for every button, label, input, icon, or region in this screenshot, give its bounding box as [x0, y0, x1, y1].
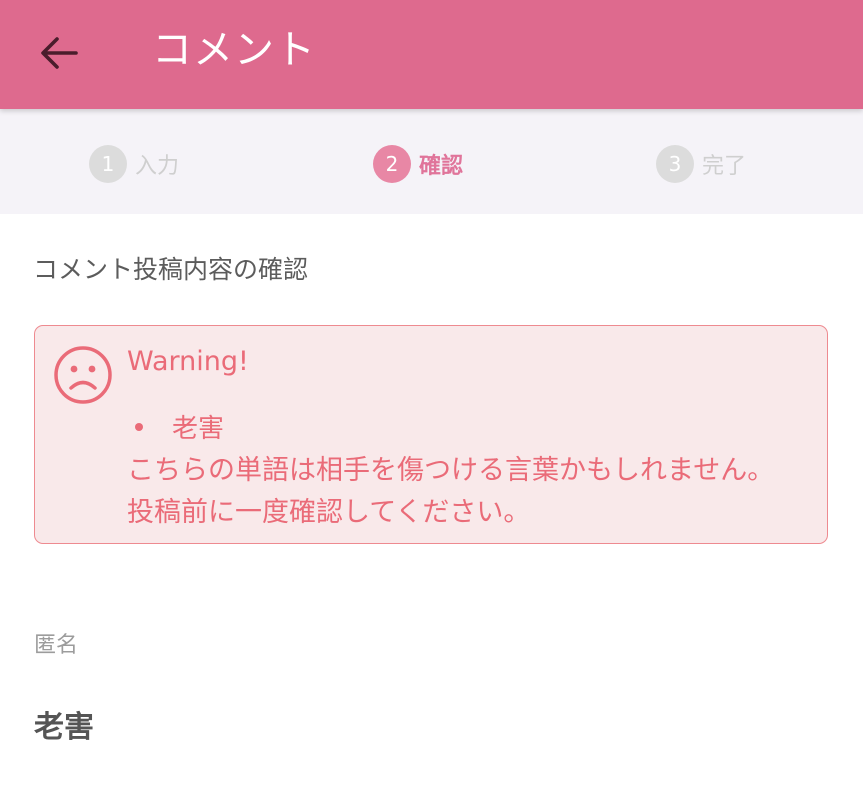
flagged-word: 老害 — [172, 414, 225, 444]
warning-title: Warning! — [127, 346, 249, 377]
step-confirm: 2 確認 — [373, 145, 463, 183]
step-label: 入力 — [135, 154, 180, 179]
bullet-icon — [135, 422, 143, 431]
step-number: 3 — [656, 145, 694, 183]
flagged-word-item: 老害 — [127, 408, 224, 445]
sad-face-icon — [54, 346, 112, 404]
app-bar: コメント — [0, 0, 863, 109]
flagged-words-list: 老害 — [127, 408, 224, 445]
page-title: コメント — [152, 27, 316, 73]
step-label: 確認 — [419, 154, 464, 179]
warning-alert: Warning! 老害 こちらの単語は相手を傷つける言葉かもしれません。投稿前に… — [34, 325, 828, 544]
author-label: 匿名 — [34, 633, 79, 658]
step-complete: 3 完了 — [656, 145, 746, 183]
warning-message: こちらの単語は相手を傷つける言葉かもしれません。投稿前に一度確認してください。 — [127, 455, 775, 528]
step-number: 2 — [373, 145, 411, 183]
step-input: 1 入力 — [89, 145, 179, 183]
arrow-left-icon — [41, 37, 78, 69]
section-title: コメント投稿内容の確認 — [33, 255, 309, 284]
step-label: 完了 — [702, 154, 747, 179]
back-button[interactable] — [28, 22, 90, 84]
progress-stepper: 1 入力 2 確認 3 完了 — [0, 109, 863, 214]
step-number: 1 — [89, 145, 127, 183]
comment-content: 老害 — [34, 710, 94, 745]
